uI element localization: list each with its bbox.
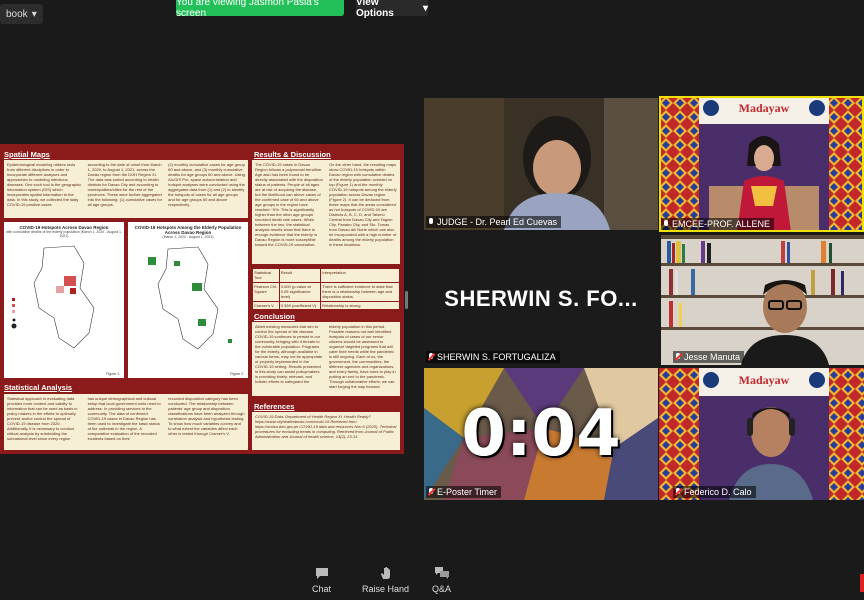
hotspot-map-2: COVID-19 Hotspots Among the Elderly Popu… xyxy=(128,222,248,378)
microphone-icon xyxy=(663,220,669,228)
participant-name-tag: Jesse Manuta xyxy=(673,351,745,363)
qa-icon xyxy=(434,566,450,580)
viewing-screen-text: You are viewing Jasmon Pasia's screen xyxy=(176,0,319,19)
table-row: Cramer's V 0.339 (coefficient V) Relatio… xyxy=(252,300,400,311)
references-heading: References xyxy=(254,402,295,411)
conclusion-text: elderly population in this period. Possi… xyxy=(329,324,396,389)
participant-display-name: SHERWIN S. FO... xyxy=(444,286,638,311)
table-cell: Pearson Chi-Square xyxy=(252,281,280,302)
view-dropdown-label: book xyxy=(6,8,28,20)
table-row: Pearson Chi-Square 0.000 (p-value at 0.0… xyxy=(252,281,400,302)
table-cell: 0.339 (coefficient V) xyxy=(278,300,322,311)
video-tile-jesse[interactable]: Jesse Manuta xyxy=(661,235,864,365)
table-header: Statistical Tool xyxy=(252,268,280,283)
participant-video xyxy=(661,235,864,365)
event-banner-text: Madayaw xyxy=(739,373,790,387)
conclusion-text: Albeit existing measures that aim to con… xyxy=(255,324,323,384)
split-view-divider[interactable] xyxy=(405,291,408,309)
table-cell: Cramer's V xyxy=(252,300,280,311)
participant-video xyxy=(424,98,658,230)
participant-video: Madayaw xyxy=(659,96,864,232)
table-cell: Relationship is strong xyxy=(320,300,400,311)
qa-button[interactable]: Q&A xyxy=(432,566,451,594)
map-2-graphic xyxy=(148,246,232,350)
shared-screen-poster: Spatial Maps Epidemiological modeling ut… xyxy=(0,144,404,454)
map-1-graphic xyxy=(11,245,95,349)
chevron-down-icon: ▾ xyxy=(422,2,428,14)
participant-name-tag: E-Poster Timer xyxy=(426,486,502,498)
microphone-icon xyxy=(428,218,434,226)
muted-microphone-icon xyxy=(675,353,681,361)
statistical-analysis-panel: Statistical approach in evaluating data … xyxy=(4,394,248,450)
viewing-screen-banner: You are viewing Jasmon Pasia's screen xyxy=(176,0,344,19)
map-1-subtitle: with cumulative deaths of the elderly po… xyxy=(6,230,122,238)
table-cell: There is sufficient evidence to state th… xyxy=(320,281,400,302)
muted-microphone-icon xyxy=(675,488,681,496)
participant-name: SHERWIN S. FORTUGALIZA xyxy=(437,352,556,362)
raise-hand-label: Raise Hand xyxy=(362,584,410,594)
table-header: Interpretation xyxy=(320,268,400,283)
statistical-analysis-text: has unique demographical and cultural se… xyxy=(87,396,161,441)
hotspot-map-1: COVID-19 Hotspots Across Davao Region wi… xyxy=(4,222,124,378)
raise-hand-button[interactable]: Raise Hand xyxy=(362,566,409,594)
participant-name: JUDGE - Dr. Pearl Ed Cuevas xyxy=(437,217,558,227)
spatial-maps-text: (2) monthly cumulative cases for age gro… xyxy=(168,162,245,207)
map-2-figure-label: Figure 2. xyxy=(230,372,244,376)
video-tile-timer[interactable]: 0:04 E-Poster Timer xyxy=(424,368,658,500)
video-tile-emcee[interactable]: Madayaw EMCEE-PROF. ALLENE xyxy=(659,96,864,232)
view-options-label: View Options xyxy=(356,0,394,19)
results-heading: Results & Discussion xyxy=(254,150,331,159)
results-text: On the other hand, the resulting maps sh… xyxy=(329,162,397,247)
muted-microphone-icon xyxy=(428,488,434,496)
participant-name-tag: JUDGE - Dr. Pearl Ed Cuevas xyxy=(426,216,562,228)
map-1-figure-label: Figure 1. xyxy=(106,372,120,376)
conclusion-heading: Conclusion xyxy=(254,312,295,321)
chat-icon xyxy=(314,566,330,580)
results-panel: The COVID-19 cases in Davao Region follo… xyxy=(252,160,400,264)
spatial-maps-text: Epidemiological modeling utilizes tools … xyxy=(7,162,82,207)
spatial-maps-panel: Epidemiological modeling utilizes tools … xyxy=(4,160,248,218)
chat-label: Chat xyxy=(312,584,332,594)
chevron-down-icon: ▾ xyxy=(31,8,37,20)
participant-name: EMCEE-PROF. ALLENE xyxy=(672,219,771,229)
table-header: Result xyxy=(278,268,322,283)
chat-button[interactable]: Chat xyxy=(312,566,331,594)
video-tile-federico[interactable]: Madayaw Federico D. Calo xyxy=(659,368,864,500)
participant-video: Madayaw xyxy=(659,368,864,500)
results-text: The COVID-19 cases in Davao Region follo… xyxy=(255,162,323,247)
participant-name-tag: SHERWIN S. FORTUGALIZA xyxy=(426,351,560,363)
participant-name: E-Poster Timer xyxy=(437,487,498,497)
statistical-results-table: Statistical Tool Result Interpretation P… xyxy=(252,268,400,311)
references-panel: COVID-19 Data. Department of Health Regi… xyxy=(252,412,400,450)
statistical-analysis-text: Statistical approach in evaluating data … xyxy=(7,396,78,441)
spatial-maps-text: according to the date of onset from Marc… xyxy=(87,162,163,207)
participant-name: Jesse Manuta xyxy=(684,352,741,362)
table-cell: 0.000 (p-value at 0.05 significance leve… xyxy=(278,281,322,302)
view-options-button[interactable]: View Options ▾ xyxy=(356,0,428,19)
video-tile-sherwin[interactable]: SHERWIN S. FO... SHERWIN S. FORTUGALIZA xyxy=(424,233,658,365)
video-tile-judge[interactable]: JUDGE - Dr. Pearl Ed Cuevas xyxy=(424,98,658,230)
map-2-title: COVID-19 Hotspots Among the Elderly Popu… xyxy=(134,225,242,235)
statistical-analysis-heading: Statistical Analysis xyxy=(4,383,73,392)
countdown-timer: 0:04 xyxy=(461,397,621,471)
leave-button-edge[interactable] xyxy=(860,574,864,592)
spatial-maps-heading: Spatial Maps xyxy=(4,150,50,159)
conclusion-panel: Albeit existing measures that aim to con… xyxy=(252,322,400,396)
participant-name-tag: Federico D. Calo xyxy=(673,486,756,498)
references-text: COVID-19 Data. Department of Health Regi… xyxy=(255,414,397,439)
qa-label: Q&A xyxy=(432,584,452,594)
event-banner-text: Madayaw xyxy=(739,101,790,115)
participant-name: Federico D. Calo xyxy=(684,487,752,497)
participant-name-tag: EMCEE-PROF. ALLENE xyxy=(661,218,775,230)
statistical-analysis-text: recorded disposition category has been c… xyxy=(168,396,245,436)
hand-icon xyxy=(378,566,394,580)
map-1-title: COVID-19 Hotspots Across Davao Region xyxy=(19,225,109,230)
muted-microphone-icon xyxy=(428,353,434,361)
view-dropdown[interactable]: book ▾ xyxy=(0,4,43,24)
